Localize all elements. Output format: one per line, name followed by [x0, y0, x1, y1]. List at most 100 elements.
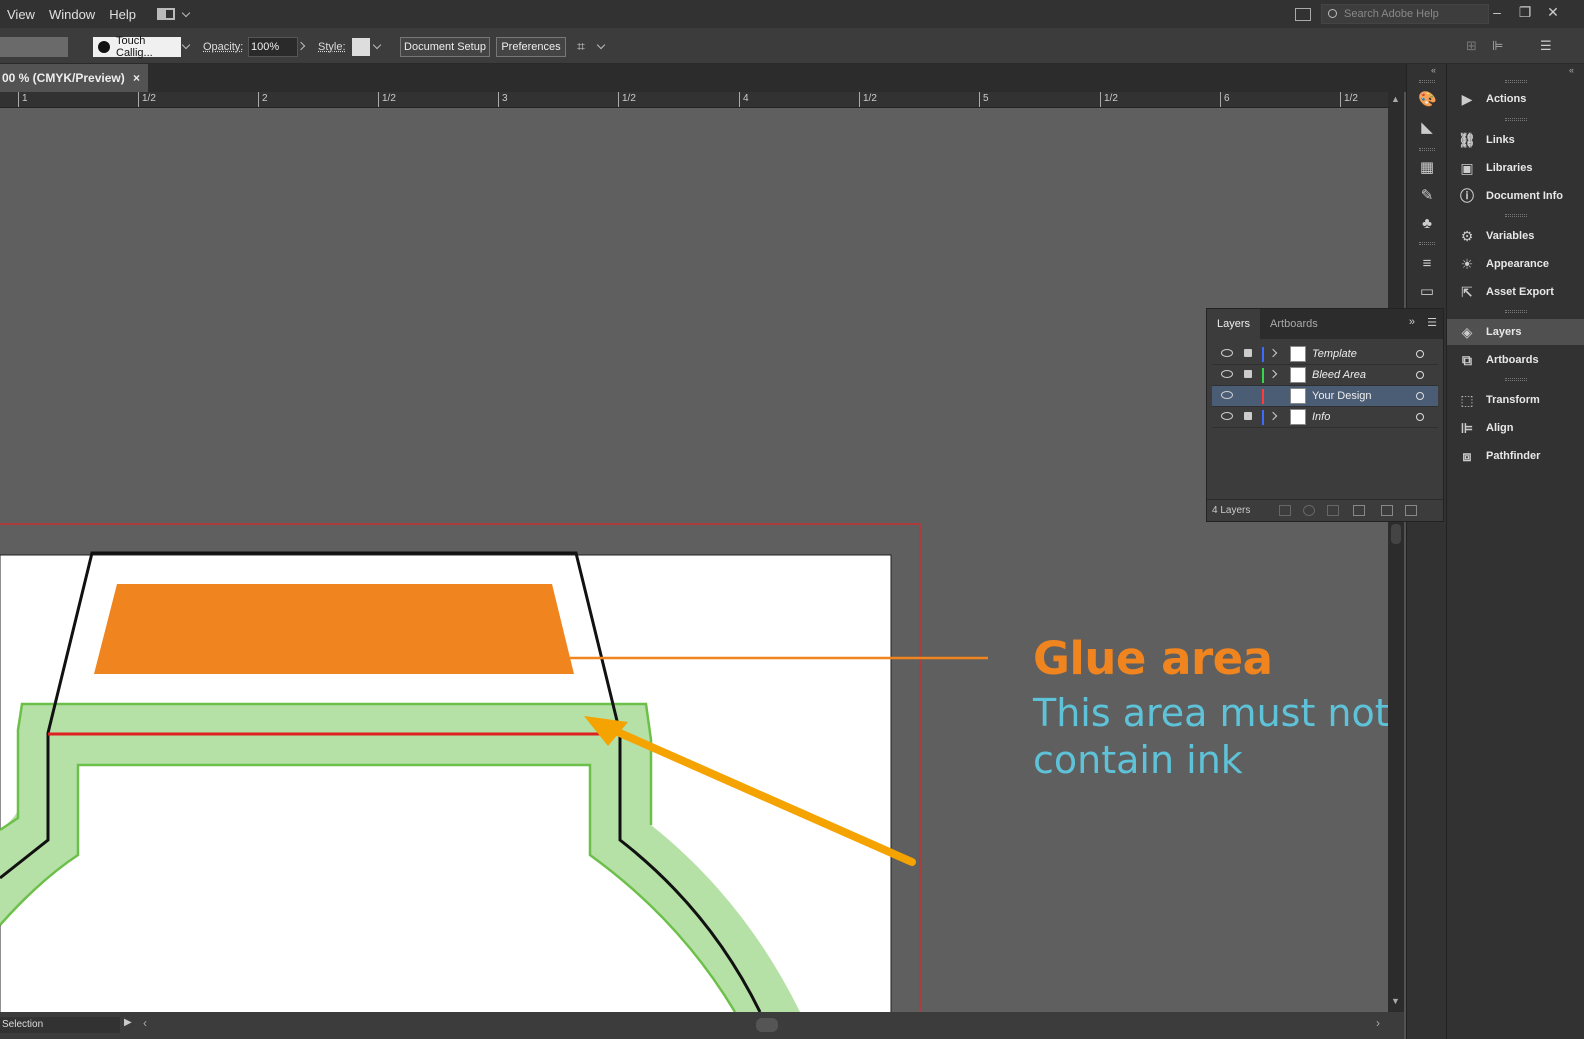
- panel-layers[interactable]: ◈ Layers: [1447, 319, 1584, 345]
- dock-grip[interactable]: [1505, 378, 1527, 381]
- layer-name[interactable]: Your Design: [1312, 390, 1372, 402]
- panel-pathfinder[interactable]: ⧈ Pathfinder: [1447, 443, 1584, 469]
- search-adobe-help-input[interactable]: Search Adobe Help: [1321, 4, 1489, 24]
- layer-name[interactable]: Info: [1312, 411, 1330, 423]
- scroll-left-icon[interactable]: ‹: [143, 1016, 147, 1030]
- dock-grip[interactable]: [1419, 242, 1435, 245]
- style-swatch[interactable]: [352, 38, 370, 56]
- lock-icon[interactable]: [1244, 412, 1252, 420]
- vertical-scrollbar[interactable]: ▲ ▼: [1388, 92, 1404, 1012]
- panel-links[interactable]: ⛓ Links: [1447, 127, 1584, 153]
- arrange-dropdown-icon[interactable]: [596, 40, 606, 50]
- workspace-switcher-icon[interactable]: [156, 8, 175, 20]
- opacity-arrow-icon[interactable]: [296, 41, 306, 51]
- target-circle-icon[interactable]: [1416, 413, 1424, 421]
- layer-row-bleed-area[interactable]: Bleed Area: [1212, 365, 1438, 386]
- brushes-icon[interactable]: ✎: [1418, 188, 1436, 204]
- panel-menu-icon[interactable]: ☰: [1427, 316, 1437, 329]
- collapse-dock-icon[interactable]: «: [1431, 65, 1436, 75]
- panel-document-info[interactable]: ⓘ Document Info: [1447, 183, 1584, 209]
- visibility-eye-icon[interactable]: [1221, 412, 1233, 420]
- panel-toggle-icon[interactable]: [1295, 8, 1311, 21]
- fill-stroke-swatch[interactable]: [0, 37, 68, 57]
- status-tool[interactable]: Selection: [0, 1017, 120, 1033]
- trash-icon[interactable]: [1405, 505, 1417, 516]
- collapse-panels-icon[interactable]: «: [1569, 65, 1574, 75]
- artwork[interactable]: [0, 108, 1388, 1012]
- brush-selector[interactable]: Touch Callig...: [93, 35, 181, 59]
- menu-help[interactable]: Help: [102, 7, 143, 22]
- opacity-field[interactable]: 100%: [248, 37, 298, 57]
- layer-row-your-design[interactable]: Your Design: [1212, 386, 1438, 407]
- horizontal-ruler[interactable]: 1 1/2 2 1/2 3 1/2 4 1/2 5 1/2 6 1/2: [0, 92, 1390, 108]
- dock-grip[interactable]: [1419, 80, 1435, 83]
- panel-asset-export[interactable]: ⇱ Asset Export: [1447, 279, 1584, 305]
- lock-icon[interactable]: [1244, 349, 1252, 357]
- target-circle-icon[interactable]: [1416, 350, 1424, 358]
- panel-actions[interactable]: ▶ Actions: [1447, 86, 1584, 112]
- target-circle-icon[interactable]: [1416, 371, 1424, 379]
- target-circle-icon[interactable]: [1416, 392, 1424, 400]
- preferences-button[interactable]: Preferences: [496, 37, 566, 57]
- dock-grip[interactable]: [1419, 148, 1435, 151]
- layer-row-info[interactable]: Info: [1212, 407, 1438, 428]
- visibility-eye-icon[interactable]: [1221, 349, 1233, 357]
- menu-window[interactable]: Window: [42, 7, 102, 22]
- chevron-down-icon[interactable]: [181, 8, 191, 17]
- dock-grip[interactable]: [1505, 80, 1527, 83]
- hscroll-thumb[interactable]: [756, 1018, 778, 1032]
- minimize-button[interactable]: –: [1488, 4, 1506, 22]
- dock-grip[interactable]: [1505, 310, 1527, 313]
- isolate-icon[interactable]: ⊞: [1466, 38, 1477, 54]
- document-setup-button[interactable]: Document Setup: [400, 37, 490, 57]
- gradient-shape-icon[interactable]: ◣: [1418, 120, 1436, 136]
- document-tab[interactable]: 00 % (CMYK/Preview) ×: [0, 64, 148, 92]
- gradient-icon[interactable]: ▭: [1418, 284, 1436, 300]
- symbols-icon[interactable]: ♣: [1418, 216, 1436, 232]
- close-button[interactable]: ✕: [1544, 4, 1562, 22]
- style-dropdown-icon[interactable]: [372, 40, 382, 50]
- align-to-icon[interactable]: ⊫: [1492, 38, 1503, 54]
- scroll-up-icon[interactable]: ▲: [1391, 94, 1400, 104]
- visibility-eye-icon[interactable]: [1221, 391, 1233, 399]
- panel-transform[interactable]: ⬚ Transform: [1447, 387, 1584, 413]
- brush-dropdown-icon[interactable]: [181, 40, 191, 50]
- clipping-mask-icon[interactable]: [1327, 505, 1339, 516]
- canvas-area[interactable]: [0, 108, 1388, 1012]
- dock-grip[interactable]: [1505, 118, 1527, 121]
- new-layer-icon[interactable]: [1381, 505, 1393, 516]
- panel-artboards[interactable]: ⧉ Artboards: [1447, 347, 1584, 373]
- tab-artboards[interactable]: Artboards: [1260, 309, 1328, 339]
- panel-variables[interactable]: ⚙ Variables: [1447, 223, 1584, 249]
- color-guide-icon[interactable]: 🎨: [1418, 92, 1437, 108]
- menu-view[interactable]: View: [0, 7, 42, 22]
- expand-arrow-icon[interactable]: [1268, 411, 1278, 421]
- new-sublayer-icon[interactable]: [1353, 505, 1365, 516]
- dock-grip[interactable]: [1505, 214, 1527, 217]
- control-menu-icon[interactable]: ☰: [1540, 38, 1552, 54]
- collapse-panel-icon[interactable]: »: [1409, 316, 1415, 328]
- stroke-icon[interactable]: ≡: [1418, 256, 1436, 272]
- visibility-eye-icon[interactable]: [1221, 370, 1233, 378]
- scroll-right-icon[interactable]: ›: [1376, 1016, 1380, 1030]
- panel-align[interactable]: ⊫ Align: [1447, 415, 1584, 441]
- layer-row-template[interactable]: Template: [1212, 344, 1438, 365]
- layer-name[interactable]: Template: [1312, 348, 1357, 360]
- expand-arrow-icon[interactable]: [1268, 348, 1278, 358]
- scroll-down-icon[interactable]: ▼: [1391, 996, 1400, 1006]
- expand-arrow-icon[interactable]: [1268, 369, 1278, 379]
- swatches-icon[interactable]: ▦: [1418, 160, 1436, 176]
- panel-libraries[interactable]: ▣ Libraries: [1447, 155, 1584, 181]
- lock-icon[interactable]: [1244, 370, 1252, 378]
- arrange-icon[interactable]: ⌗: [577, 38, 585, 55]
- panel-appearance[interactable]: ☀ Appearance: [1447, 251, 1584, 277]
- opacity-label[interactable]: Opacity:: [203, 41, 243, 53]
- layer-name[interactable]: Bleed Area: [1312, 369, 1366, 381]
- locate-object-icon[interactable]: [1303, 505, 1315, 516]
- close-tab-icon[interactable]: ×: [133, 71, 140, 85]
- tab-layers[interactable]: Layers: [1207, 309, 1261, 339]
- status-menu-arrow-icon[interactable]: ▶: [124, 1017, 132, 1028]
- scroll-thumb[interactable]: [1391, 524, 1401, 544]
- collect-export-icon[interactable]: [1279, 505, 1291, 516]
- restore-button[interactable]: ❐: [1516, 4, 1534, 22]
